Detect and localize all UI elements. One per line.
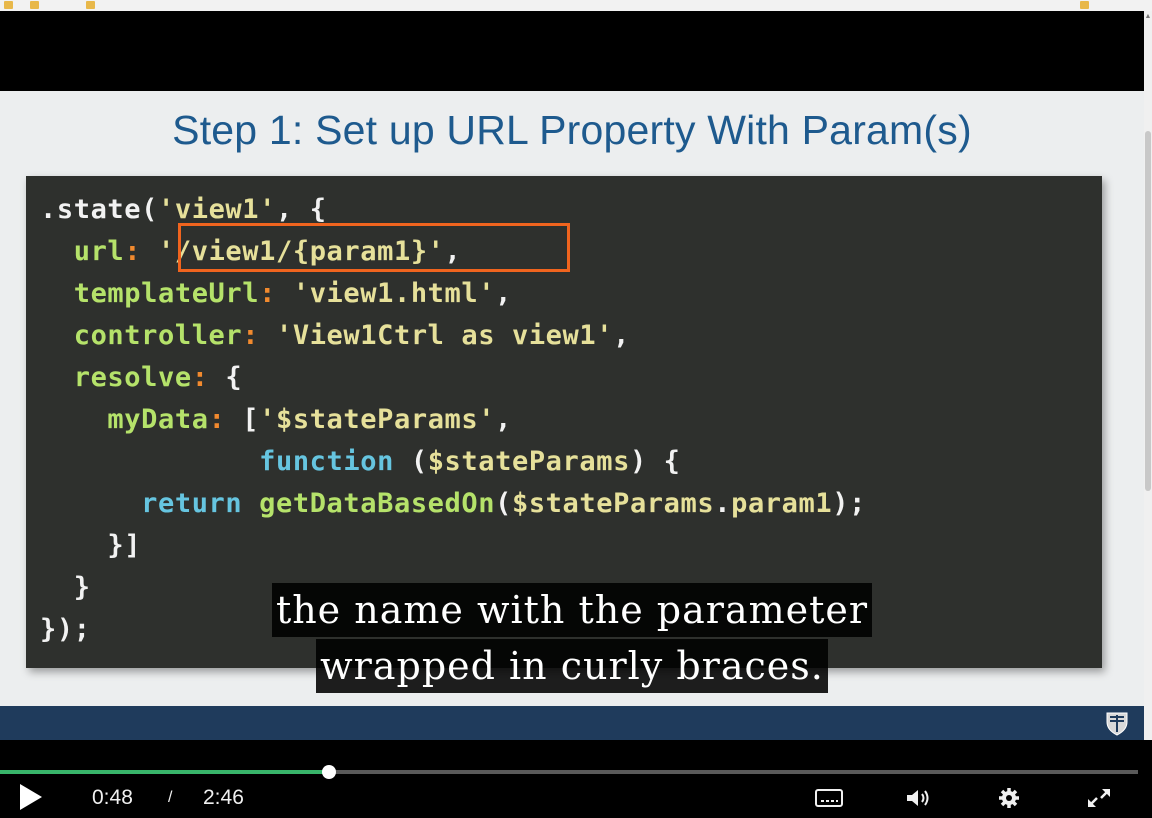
- slide-footer-bar: [0, 706, 1144, 740]
- settings-gear-icon[interactable]: [994, 786, 1024, 810]
- code-line: resolve: {: [40, 362, 242, 393]
- scroll-up-icon[interactable]: ▲: [1144, 13, 1152, 21]
- code-token: :: [124, 236, 158, 267]
- code-token: 'View1Ctrl as view1': [275, 320, 614, 351]
- bookmark-folder-icon[interactable]: [4, 1, 13, 9]
- current-time: 0:48: [92, 786, 133, 809]
- code-token: (: [393, 446, 428, 477]
- code-token: :: [259, 278, 293, 309]
- duration: 2:46: [203, 786, 244, 809]
- slide-title: Step 1: Set up URL Property With Param(s…: [172, 107, 972, 153]
- code-token: }]: [40, 530, 142, 561]
- code-token: '$stateParams': [259, 404, 496, 435]
- university-crest-icon: [1106, 712, 1128, 736]
- code-token: .state(: [40, 194, 158, 225]
- code-token: .: [714, 488, 732, 519]
- code-token: 'view1.html': [292, 278, 496, 309]
- code-token: ,: [613, 320, 630, 351]
- video-player[interactable]: Step 1: Set up URL Property With Param(s…: [0, 11, 1144, 818]
- code-token: controller: [40, 320, 243, 351]
- code-token: myData: [40, 404, 209, 435]
- code-line: .state('view1', {: [40, 194, 327, 225]
- code-token: ,: [495, 404, 512, 435]
- code-token: , {: [276, 194, 327, 225]
- time-separator: /: [168, 789, 173, 806]
- player-controls: 0:48 / 2:46: [0, 740, 1152, 818]
- scrollbar-thumb[interactable]: [1145, 131, 1151, 491]
- caption-line-2: wrapped in curly braces.: [0, 639, 1144, 693]
- code-token: ,: [495, 278, 512, 309]
- seek-handle[interactable]: [321, 765, 336, 779]
- code-token: ) {: [629, 446, 681, 477]
- code-token: 'view1': [158, 194, 276, 225]
- code-token: $stateParams: [427, 446, 630, 477]
- code-line: myData: ['$stateParams',: [40, 404, 512, 435]
- caption-line-1: the name with the parameter: [0, 583, 1144, 637]
- code-token: :: [242, 320, 276, 351]
- code-token: resolve: [40, 362, 192, 393]
- code-token: {: [225, 362, 243, 393]
- code-token: function: [40, 446, 394, 477]
- bookmark-folder-icon[interactable]: [86, 1, 95, 9]
- code-line: return getDataBasedOn($stateParams.param…: [40, 488, 866, 519]
- url-highlight-box: [178, 223, 570, 272]
- code-token: getDataBasedOn: [259, 488, 496, 519]
- code-token: );: [832, 488, 866, 519]
- code-token: :: [208, 404, 243, 435]
- code-line: controller: 'View1Ctrl as view1',: [40, 320, 630, 351]
- code-token: param1: [731, 488, 833, 519]
- code-token: $stateParams: [511, 488, 715, 519]
- code-token: :: [191, 362, 226, 393]
- fullscreen-icon[interactable]: [1084, 786, 1114, 810]
- page-scrollbar[interactable]: ▲: [1144, 11, 1152, 740]
- code-token: templateUrl: [40, 278, 260, 309]
- seek-bar-played: [0, 770, 329, 774]
- bookmark-folder-icon[interactable]: [1080, 1, 1089, 9]
- captions-icon[interactable]: [814, 786, 844, 810]
- seek-bar[interactable]: [0, 765, 1138, 779]
- play-icon[interactable]: [20, 784, 42, 810]
- code-token: (: [495, 488, 512, 519]
- code-line: function ($stateParams) {: [40, 446, 681, 477]
- code-token: return: [40, 488, 243, 519]
- volume-icon[interactable]: [904, 786, 934, 810]
- bookmark-folder-icon[interactable]: [30, 1, 39, 9]
- code-line: templateUrl: 'view1.html',: [40, 278, 512, 309]
- code-line: }]: [40, 530, 141, 561]
- code-token: [: [242, 404, 260, 435]
- code-token: url: [40, 236, 125, 267]
